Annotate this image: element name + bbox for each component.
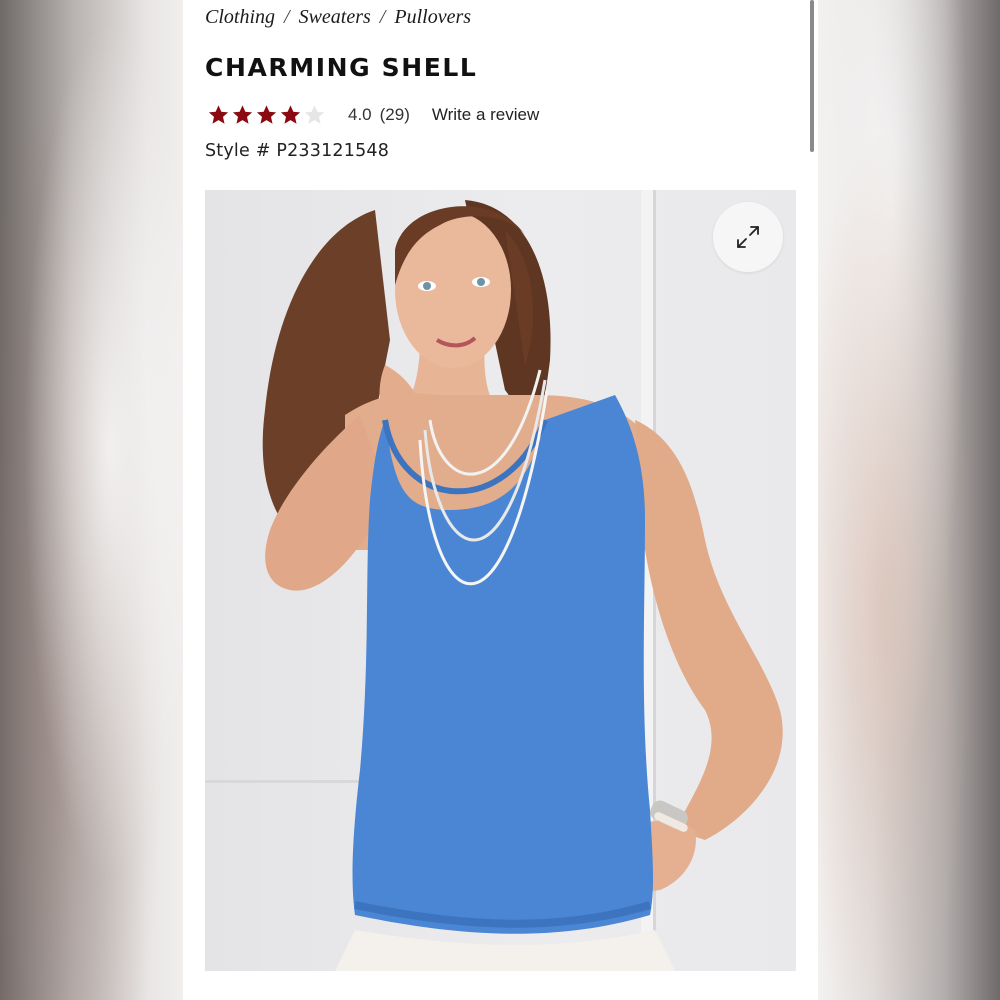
blurred-background-left xyxy=(0,0,183,1000)
blurred-background-right xyxy=(818,0,1000,1000)
star-icon xyxy=(232,105,253,124)
expand-image-button[interactable] xyxy=(713,202,783,272)
star-icon xyxy=(256,105,277,124)
rating-row: 4.0 (29) Write a review xyxy=(207,101,539,129)
star-icon xyxy=(208,105,229,124)
scrollbar[interactable] xyxy=(810,0,814,152)
star-icon xyxy=(280,105,301,124)
rating-stars[interactable] xyxy=(207,104,327,126)
breadcrumb-item-pullovers[interactable]: Pullovers xyxy=(394,6,471,28)
breadcrumb-item-sweaters[interactable]: Sweaters xyxy=(299,6,371,28)
breadcrumb-separator: / xyxy=(379,6,386,28)
breadcrumb: Clothing / Sweaters / Pullovers xyxy=(205,6,471,29)
product-title: CHARMING SHELL xyxy=(205,53,478,82)
product-image[interactable] xyxy=(205,190,796,971)
product-page: Clothing / Sweaters / Pullovers CHARMING SHE… xyxy=(183,0,818,1000)
breadcrumb-separator: / xyxy=(284,6,290,28)
breadcrumb-item-clothing[interactable]: Clothing xyxy=(205,6,275,28)
rating-value: 4.0 xyxy=(348,105,372,124)
product-photo-illustration xyxy=(205,190,783,971)
rating-count[interactable]: (29) xyxy=(380,105,410,125)
expand-arrows-icon xyxy=(737,226,759,248)
write-review-link[interactable]: Write a review xyxy=(432,105,539,125)
style-number: Style # P233121548 xyxy=(205,141,390,161)
star-empty-icon xyxy=(304,105,325,124)
